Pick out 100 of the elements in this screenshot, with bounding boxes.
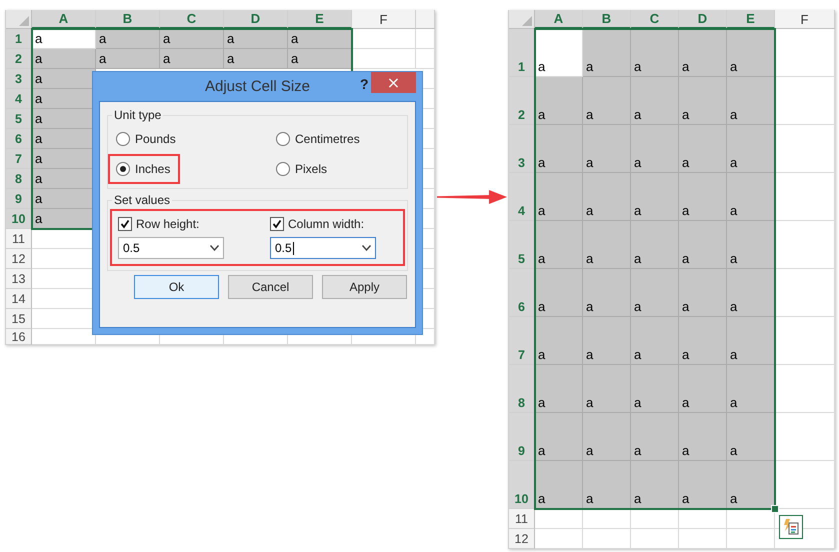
dropdown-field[interactable]: 0.5 <box>118 237 224 259</box>
dialog-button[interactable]: Apply <box>322 275 407 299</box>
row-header[interactable]: 4 <box>509 173 535 221</box>
table-cell: a <box>631 413 679 461</box>
table-cell: a <box>631 221 679 269</box>
row-header[interactable]: 10 <box>509 461 535 509</box>
row-header[interactable]: 3 <box>509 125 535 173</box>
table-cell: a <box>535 413 583 461</box>
row-header[interactable]: 5 <box>509 221 535 269</box>
table-cell: a <box>288 49 352 69</box>
chevron-down-icon <box>210 245 219 251</box>
row-header[interactable]: 10 <box>6 209 32 229</box>
row-header[interactable]: 11 <box>6 229 32 249</box>
column-header[interactable]: C <box>631 10 679 29</box>
table-cell: a <box>727 29 775 77</box>
table-cell <box>775 125 835 173</box>
row-header[interactable]: 4 <box>6 89 32 109</box>
table-cell: a <box>224 29 288 49</box>
table-cell: a <box>727 269 775 317</box>
row-header[interactable]: 6 <box>6 129 32 149</box>
table-cell: a <box>160 29 224 49</box>
group-label: Set values <box>113 193 172 207</box>
table-cell: a <box>679 173 727 221</box>
row-header[interactable]: 12 <box>509 529 535 549</box>
table-cell <box>775 29 835 77</box>
column-header[interactable]: F <box>352 10 416 29</box>
table-cell <box>679 509 727 529</box>
column-header[interactable]: E <box>288 10 352 29</box>
checkmark-icon <box>118 217 132 231</box>
column-header[interactable]: B <box>583 10 631 29</box>
row-header[interactable]: 7 <box>509 317 535 365</box>
table-cell <box>775 365 835 413</box>
row-header[interactable]: 2 <box>6 49 32 69</box>
dialog-button[interactable]: Ok <box>134 275 219 299</box>
row-header[interactable]: 3 <box>6 69 32 89</box>
radio-option[interactable]: Pixels <box>268 154 338 184</box>
table-cell: a <box>679 365 727 413</box>
row-header[interactable]: 12 <box>6 249 32 269</box>
checkmark-icon <box>270 217 284 231</box>
table-cell: a <box>679 221 727 269</box>
table-cell: a <box>32 69 96 89</box>
column-header[interactable]: D <box>224 10 288 29</box>
radio-option[interactable]: Centimetres <box>268 124 370 154</box>
column-header[interactable]: B <box>96 10 160 29</box>
dialog-button[interactable]: Cancel <box>228 275 313 299</box>
dropdown-field[interactable]: 0.5 <box>270 237 376 259</box>
table-cell: a <box>679 29 727 77</box>
table-cell: a <box>224 49 288 69</box>
table-cell <box>679 529 727 549</box>
row-header[interactable]: 6 <box>509 269 535 317</box>
table-cell: a <box>727 317 775 365</box>
column-header[interactable]: C <box>160 10 224 29</box>
triangle-icon <box>19 16 29 26</box>
fill-handle[interactable] <box>771 505 779 513</box>
checkbox[interactable]: Column width: <box>270 217 397 231</box>
row-header[interactable]: 9 <box>509 413 535 461</box>
table-cell: a <box>727 413 775 461</box>
row-header[interactable]: 14 <box>6 289 32 309</box>
row-header[interactable]: 13 <box>6 269 32 289</box>
column-header[interactable]: E <box>727 10 775 29</box>
table-cell: a <box>96 29 160 49</box>
row-header[interactable]: 8 <box>6 169 32 189</box>
row-header[interactable]: 1 <box>509 29 535 77</box>
radio-option[interactable]: Pounds <box>108 124 186 154</box>
row-header[interactable]: 15 <box>6 309 32 329</box>
column-header[interactable]: F <box>775 10 835 29</box>
arrow <box>435 190 507 204</box>
table-cell <box>775 317 835 365</box>
table-cell: a <box>583 365 631 413</box>
table-cell <box>631 529 679 549</box>
row-header[interactable]: 1 <box>6 29 32 49</box>
row-header[interactable]: 16 <box>6 329 32 345</box>
table-cell: a <box>288 29 352 49</box>
lightning-document-icon[interactable] <box>779 515 803 539</box>
table-cell: a <box>727 221 775 269</box>
chevron-down-icon <box>362 245 371 251</box>
column-header[interactable]: A <box>32 10 96 29</box>
help-button[interactable]: ? <box>360 76 369 92</box>
row-header[interactable]: 9 <box>6 189 32 209</box>
close-button[interactable]: × <box>371 72 416 93</box>
row-header[interactable]: 5 <box>6 109 32 129</box>
row-header[interactable]: 11 <box>509 509 535 529</box>
row-header[interactable]: 2 <box>509 77 535 125</box>
table-cell <box>583 509 631 529</box>
table-cell: a <box>679 317 727 365</box>
table-cell: a <box>583 413 631 461</box>
table-cell: a <box>583 269 631 317</box>
radio-option[interactable]: Inches <box>108 154 180 184</box>
column-header[interactable]: D <box>679 10 727 29</box>
triangle-icon <box>522 16 532 26</box>
table-cell <box>535 529 583 549</box>
table-cell: a <box>679 77 727 125</box>
table-cell: a <box>631 461 679 509</box>
row-header[interactable]: 8 <box>509 365 535 413</box>
checkbox[interactable]: Row height: <box>118 217 270 231</box>
table-cell: a <box>631 173 679 221</box>
table-cell: a <box>535 173 583 221</box>
table-cell: a <box>535 365 583 413</box>
column-header[interactable]: A <box>535 10 583 29</box>
row-header[interactable]: 7 <box>6 149 32 169</box>
